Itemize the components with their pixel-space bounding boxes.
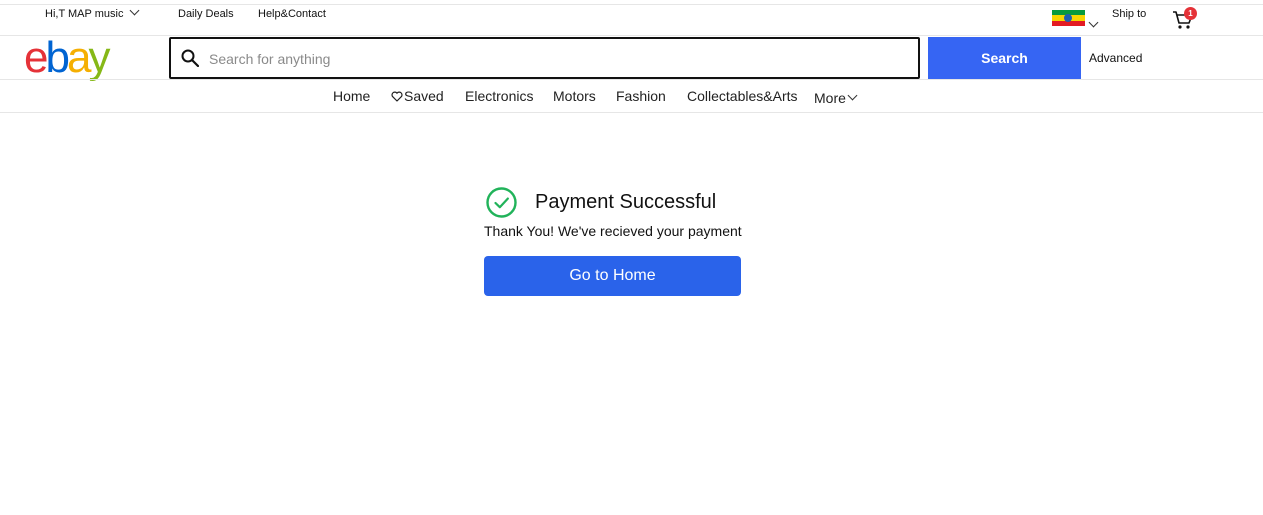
nav-electronics[interactable]: Electronics — [465, 88, 533, 104]
help-contact-link[interactable]: Help&Contact — [258, 8, 326, 20]
nav-home[interactable]: Home — [333, 88, 370, 104]
heart-icon — [391, 91, 403, 102]
nav-saved-label: Saved — [404, 88, 444, 104]
account-greeting-label: Hi,T MAP music — [45, 8, 124, 20]
payment-success-message: Thank You! We've recieved your payment — [484, 223, 742, 239]
ebay-logo[interactable]: ebay — [24, 33, 110, 82]
daily-deals-link[interactable]: Daily Deals — [178, 8, 234, 20]
logo-letter-b: b — [45, 33, 70, 82]
search-box — [169, 37, 920, 79]
nav-more-label: More — [814, 90, 846, 106]
payment-success-title: Payment Successful — [535, 191, 717, 213]
search-icon — [181, 49, 199, 67]
ship-to-link[interactable]: Ship to — [1112, 8, 1146, 20]
logo-letter-a: a — [66, 33, 92, 82]
nav-fashion[interactable]: Fashion — [616, 88, 666, 104]
nav-motors[interactable]: Motors — [553, 88, 596, 104]
logo-letter-e: e — [24, 33, 49, 82]
nav-collectables[interactable]: Collectables&Arts — [687, 88, 798, 104]
success-check-icon — [486, 187, 517, 218]
search-input[interactable] — [207, 47, 901, 71]
account-greeting[interactable]: Hi,T MAP music — [45, 5, 140, 20]
advanced-search-link[interactable]: Advanced — [1089, 51, 1142, 65]
logo-letter-y: y — [88, 33, 110, 82]
cart-count-badge: 1 — [1184, 7, 1197, 20]
nav-saved[interactable]: Saved — [391, 88, 444, 104]
flag-emblem — [1064, 14, 1072, 22]
chevron-down-icon — [130, 5, 140, 16]
chevron-down-icon — [847, 90, 858, 101]
go-to-home-button[interactable]: Go to Home — [484, 256, 741, 296]
nav-divider — [0, 112, 1263, 113]
search-button[interactable]: Search — [928, 37, 1081, 79]
header-divider — [0, 79, 1263, 80]
ethiopia-flag-icon[interactable] — [1052, 10, 1085, 26]
nav-more[interactable]: More — [814, 90, 858, 106]
